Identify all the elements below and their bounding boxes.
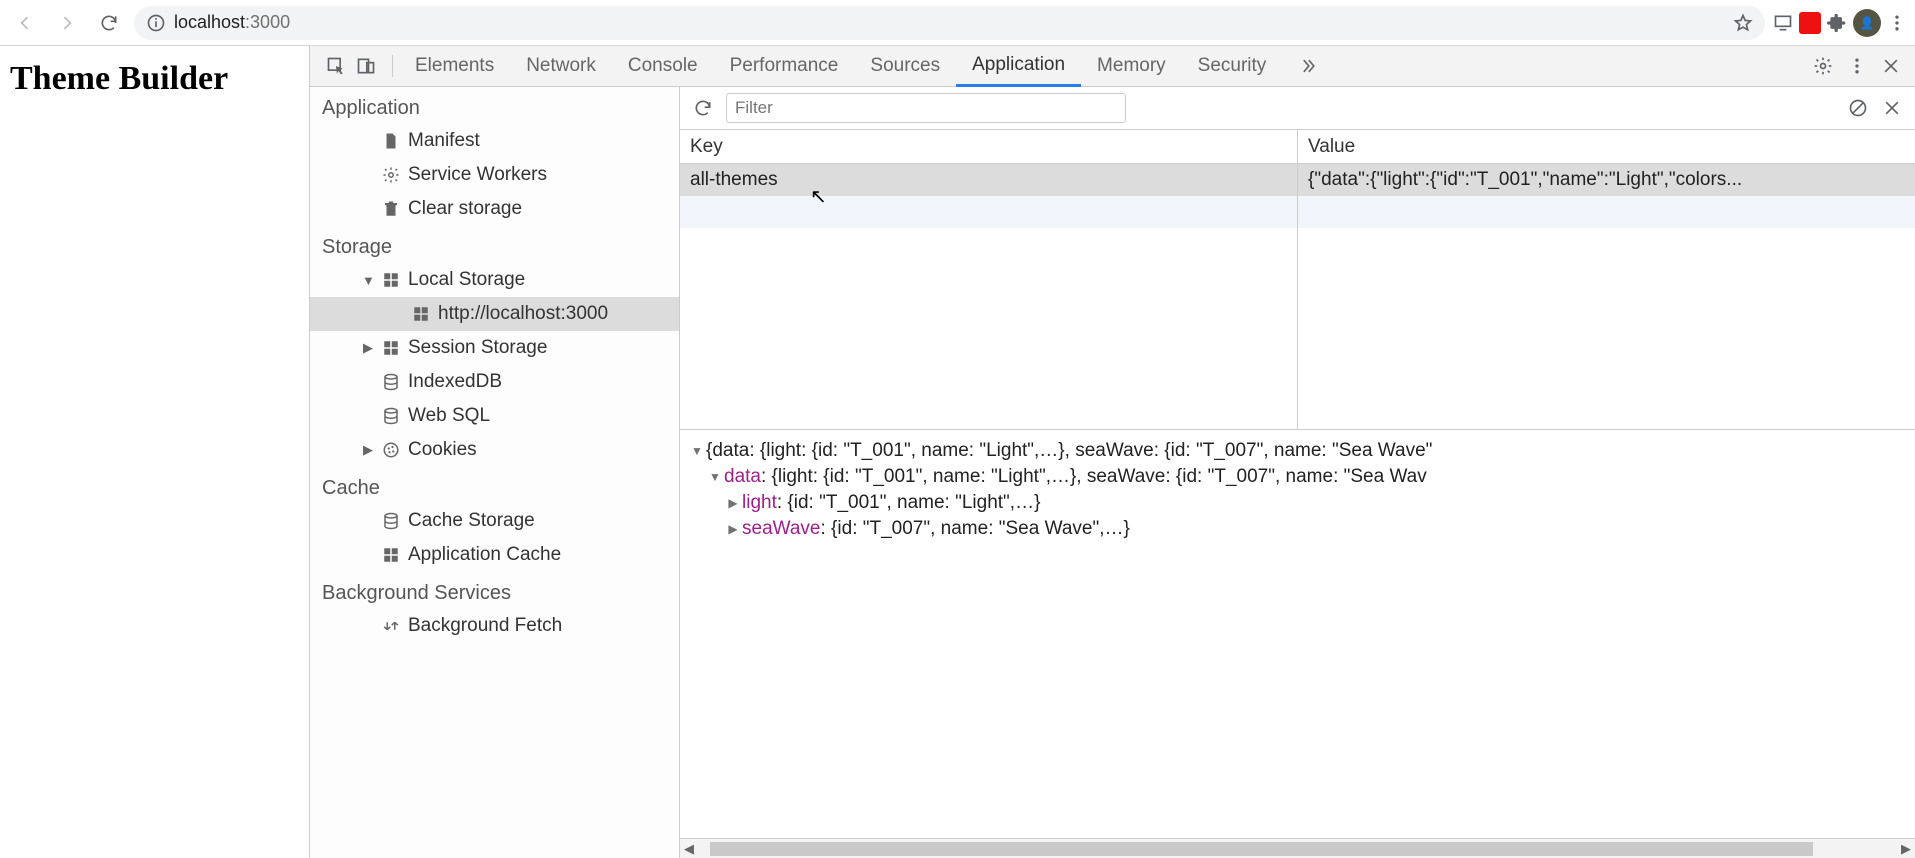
value-preview: ▼{data: {light: {id: "T_001", name: "Lig… — [680, 430, 1915, 838]
sidebar-item-clear-storage[interactable]: Clear storage — [310, 192, 679, 226]
db-icon — [382, 407, 400, 425]
sidebar-item-service-workers[interactable]: Service Workers — [310, 158, 679, 192]
preview-line[interactable]: ▶seaWave: {id: "T_007", name: "Sea Wave"… — [690, 516, 1911, 542]
refresh-icon[interactable] — [692, 97, 714, 119]
application-sidebar: Application Manifest Service Workers Clear … — [310, 87, 680, 858]
avatar[interactable]: 👤 — [1853, 9, 1881, 37]
clear-all-icon[interactable] — [1847, 97, 1869, 119]
cookie-icon — [382, 441, 400, 459]
sidebar-item-application-cache[interactable]: Application Cache — [310, 538, 679, 572]
sidebar-item-http-localhost-3000[interactable]: http://localhost:3000 — [310, 297, 679, 331]
gear-icon — [382, 166, 400, 184]
tab-memory[interactable]: Memory — [1081, 46, 1182, 87]
horizontal-scrollbar[interactable]: ◀ ▶ — [680, 838, 1915, 858]
extensions-icon[interactable] — [1827, 13, 1847, 33]
sidebar-item-label: Session Storage — [408, 337, 547, 359]
storage-toolbar — [680, 87, 1915, 130]
sidebar-group: Cache — [310, 467, 679, 504]
storage-table: Key all-themes Value {"data":{"light":{"… — [680, 130, 1915, 430]
sidebar-group: Storage — [310, 226, 679, 263]
db-icon — [382, 373, 400, 391]
chevron-double-right-icon — [1298, 56, 1318, 76]
grid-icon — [382, 271, 400, 289]
sidebar-item-cache-storage[interactable]: Cache Storage — [310, 504, 679, 538]
kebab-icon[interactable] — [1887, 13, 1907, 33]
tab-performance[interactable]: Performance — [714, 46, 855, 87]
delete-selected-icon[interactable] — [1881, 97, 1903, 119]
preview-line[interactable]: ▶light: {id: "T_001", name: "Light",…} — [690, 490, 1911, 516]
sidebar-item-session-storage[interactable]: ▶Session Storage — [310, 331, 679, 365]
sidebar-item-manifest[interactable]: Manifest — [310, 124, 679, 158]
tab-network[interactable]: Network — [510, 46, 612, 87]
kebab-icon[interactable] — [1847, 56, 1867, 76]
device-toggle-icon[interactable] — [356, 56, 376, 76]
tab-elements[interactable]: Elements — [399, 46, 510, 87]
col-header-key[interactable]: Key — [680, 130, 1297, 164]
devtools-panel: ElementsNetworkConsolePerformanceSources… — [310, 46, 1915, 858]
table-row-value[interactable]: {"data":{"light":{"id":"T_001","name":"L… — [1298, 164, 1915, 196]
sidebar-item-label: Application Cache — [408, 544, 561, 566]
sidebar-item-background-fetch[interactable]: Background Fetch — [310, 609, 679, 643]
sidebar-group: Application — [310, 87, 679, 124]
preview-line[interactable]: ▼{data: {light: {id: "T_001", name: "Lig… — [690, 438, 1911, 464]
close-devtools-icon[interactable] — [1881, 56, 1901, 76]
browser-toolbar: localhost:3000 👤 — [0, 0, 1915, 46]
grid-icon — [412, 305, 430, 323]
sidebar-item-label: Cache Storage — [408, 510, 535, 532]
tab-console[interactable]: Console — [612, 46, 714, 87]
page-content: Theme Builder — [0, 46, 310, 858]
preview-line[interactable]: ▼data: {light: {id: "T_001", name: "Ligh… — [690, 464, 1911, 490]
sidebar-item-label: Manifest — [408, 130, 480, 152]
url-text: localhost:3000 — [174, 12, 1725, 33]
table-row-empty[interactable] — [1298, 196, 1915, 228]
sidebar-item-cookies[interactable]: ▶Cookies — [310, 433, 679, 467]
sidebar-item-label: Service Workers — [408, 164, 547, 186]
grid-icon — [382, 546, 400, 564]
sidebar-group: Background Services — [310, 572, 679, 609]
url-bar[interactable]: localhost:3000 — [134, 6, 1765, 40]
trash-icon — [382, 200, 400, 218]
tabs-overflow[interactable] — [1282, 46, 1334, 87]
back-button[interactable] — [8, 6, 42, 40]
forward-button[interactable] — [50, 6, 84, 40]
file-icon — [382, 132, 400, 150]
sidebar-item-label: Background Fetch — [408, 615, 562, 637]
sidebar-item-label: Local Storage — [408, 269, 525, 291]
sidebar-item-label: IndexedDB — [408, 371, 502, 393]
sidebar-item-label: Web SQL — [408, 405, 490, 427]
desktop-icon[interactable] — [1773, 13, 1793, 33]
sidebar-item-label: http://localhost:3000 — [438, 303, 608, 325]
sidebar-item-indexeddb[interactable]: IndexedDB — [310, 365, 679, 399]
sidebar-item-web-sql[interactable]: Web SQL — [310, 399, 679, 433]
sidebar-item-label: Cookies — [408, 439, 477, 461]
star-icon[interactable] — [1733, 13, 1753, 33]
settings-gear-icon[interactable] — [1813, 56, 1833, 76]
devtools-tabbar: ElementsNetworkConsolePerformanceSources… — [310, 46, 1915, 87]
reload-button[interactable] — [92, 6, 126, 40]
tab-application[interactable]: Application — [956, 46, 1081, 87]
page-title: Theme Builder — [10, 60, 299, 98]
tab-sources[interactable]: Sources — [854, 46, 956, 87]
inspect-icon[interactable] — [326, 56, 346, 76]
col-header-value[interactable]: Value — [1298, 130, 1915, 164]
sidebar-item-local-storage[interactable]: ▼Local Storage — [310, 263, 679, 297]
extension-red-icon[interactable] — [1799, 12, 1821, 34]
sync-icon — [382, 617, 400, 635]
grid-icon — [382, 339, 400, 357]
db-icon — [382, 512, 400, 530]
tab-security[interactable]: Security — [1182, 46, 1283, 87]
table-row-key[interactable]: all-themes — [680, 164, 1297, 196]
filter-input[interactable] — [726, 93, 1126, 123]
info-icon — [146, 13, 166, 33]
table-row-empty[interactable] — [680, 196, 1297, 228]
sidebar-item-label: Clear storage — [408, 198, 522, 220]
